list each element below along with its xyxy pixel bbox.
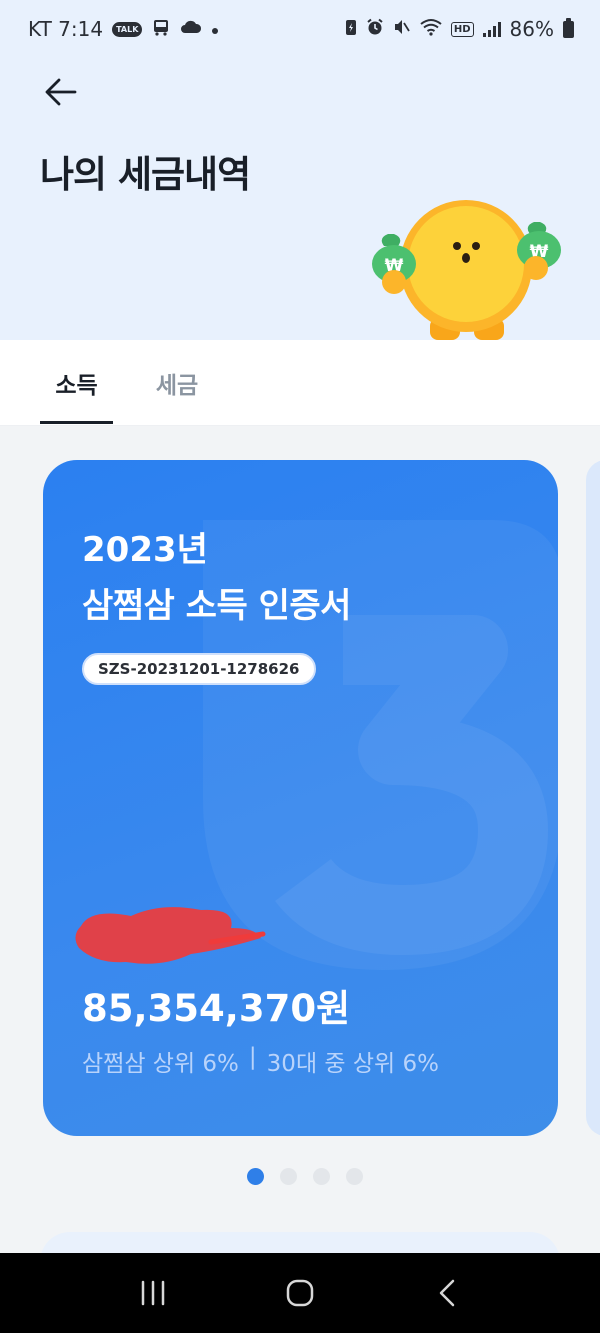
alarm-icon: [366, 18, 384, 40]
status-left: KT 7:14 TALK: [28, 17, 219, 41]
system-nav-bar: [0, 1253, 600, 1333]
carrier-time: KT 7:14: [28, 17, 104, 41]
hd-voice-icon: HD: [450, 21, 474, 37]
income-amount: 85,354,370원: [82, 987, 351, 1030]
pager-dot[interactable]: [346, 1168, 363, 1185]
card-title: 삼쩜삼 소득 인증서: [82, 586, 351, 626]
rank-row: 삼쩜삼 상위 6% | 30대 중 상위 6%: [82, 1044, 439, 1078]
rank-divider: |: [248, 1044, 257, 1070]
kakaotalk-notification-icon: TALK: [112, 21, 143, 37]
tab-bar: 소득 세금: [0, 340, 600, 426]
certificate-number-badge: SZS-20231201-1278626: [82, 653, 316, 685]
page-title: 나의 세금내역: [40, 153, 251, 196]
home-icon: [286, 1279, 314, 1307]
card-year: 2023년: [82, 530, 208, 570]
next-section-card: [40, 1232, 560, 1253]
next-card-peek[interactable]: [586, 460, 600, 1136]
back-nav-button[interactable]: [417, 1263, 477, 1323]
redaction-scribble: [75, 907, 266, 964]
recent-apps-icon: [142, 1280, 165, 1306]
status-bar: KT 7:14 TALK HD 86%: [0, 0, 600, 58]
tab-income[interactable]: 소득: [40, 340, 113, 426]
page-header: 나의 세금내역 ₩ ₩: [0, 58, 600, 340]
carousel-pager: [0, 1168, 600, 1185]
pager-dot[interactable]: [313, 1168, 330, 1185]
battery-icon: [563, 17, 574, 38]
mascot-with-money-bags-icon: ₩ ₩: [372, 200, 561, 340]
certificate-carousel[interactable]: 2023년 삼쩜삼 소득 인증서 SZS-20231201-1278626 85…: [0, 426, 600, 1253]
tab-tax[interactable]: 세금: [150, 340, 204, 426]
status-right: HD 86%: [345, 17, 574, 41]
mute-icon: [393, 18, 411, 40]
home-button[interactable]: [270, 1263, 330, 1323]
pager-dot[interactable]: [247, 1168, 264, 1185]
rank-overall: 삼쩜삼 상위 6%: [82, 1051, 239, 1077]
cell-signal-icon: [482, 21, 501, 37]
pager-dot[interactable]: [280, 1168, 297, 1185]
back-button[interactable]: [38, 72, 82, 112]
wifi-icon: [420, 18, 442, 40]
more-notifications-dot-icon: [211, 20, 219, 39]
income-certificate-card[interactable]: 2023년 삼쩜삼 소득 인증서 SZS-20231201-1278626 85…: [43, 460, 558, 1136]
arrow-left-icon: [45, 78, 77, 106]
battery-percent: 86%: [509, 17, 554, 41]
recent-apps-button[interactable]: [123, 1263, 183, 1323]
back-nav-icon: [439, 1279, 454, 1307]
rank-age-group: 30대 중 상위 6%: [266, 1051, 439, 1077]
cloud-notification-icon: [180, 19, 202, 39]
battery-saver-icon: [345, 18, 357, 40]
bus-notification-icon: [151, 17, 171, 41]
